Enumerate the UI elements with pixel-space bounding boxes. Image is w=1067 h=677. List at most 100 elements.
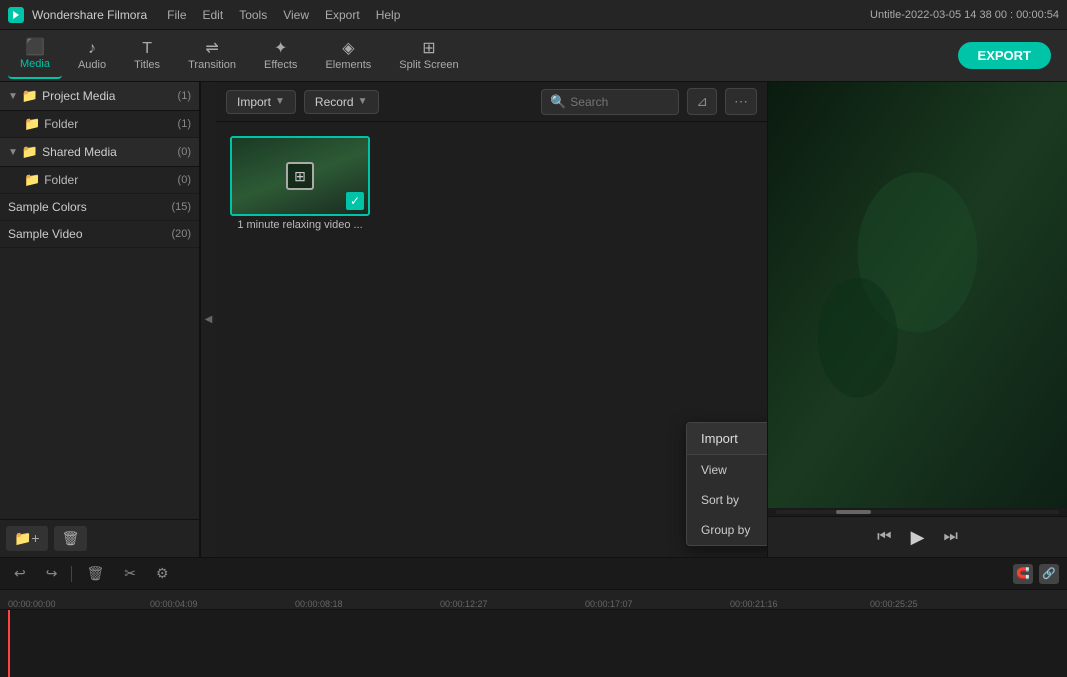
context-menu-item-view[interactable]: View ▶: [687, 455, 767, 485]
toolbar-audio-label: Audio: [78, 59, 106, 71]
toolbar-transition[interactable]: ⇌ Transition: [176, 33, 248, 79]
new-folder-button[interactable]: 📁+: [6, 526, 48, 551]
project-title: Untitle-2022-03-05 14 38 00 : 00:00:54: [870, 9, 1059, 21]
timeline-toolbar: ↩ ↪ 🗑 ✂ ⚙ 🧲 🔗: [0, 558, 1067, 590]
record-dropdown[interactable]: Record ▼: [304, 90, 379, 114]
context-menu-title: Import: [687, 423, 767, 455]
delete-button[interactable]: 🗑: [80, 563, 110, 584]
project-media-folder-count: (1): [178, 118, 191, 130]
media-thumb-image: ⊞ ✓: [230, 136, 370, 216]
import-dropdown-arrow: ▼: [275, 96, 285, 107]
search-icon: 🔍: [550, 94, 566, 110]
sidebar: ▼ 📁 Project Media (1) 📁 Folder (1) ▼ 📁 S…: [0, 82, 200, 557]
timeline-area: ↩ ↪ 🗑 ✂ ⚙ 🧲 🔗 00:00:00:00 00:00:04:09 00…: [0, 557, 1067, 677]
menu-help[interactable]: Help: [376, 8, 401, 22]
ruler-mark-5: 00:00:21:16: [730, 599, 778, 609]
titlebar-right: Untitle-2022-03-05 14 38 00 : 00:00:54: [870, 9, 1059, 21]
sidebar-bottom: 📁+ 🗑: [0, 519, 199, 557]
thumb-overlay: ⊞: [286, 162, 314, 190]
thumb-checkmark: ✓: [346, 192, 364, 210]
shared-media-count: (0): [178, 146, 191, 158]
search-input[interactable]: [570, 95, 670, 109]
toolbar-splitscreen-label: Split Screen: [399, 59, 458, 71]
shared-folder-icon: 📁: [24, 172, 40, 188]
transition-icon: ⇌: [205, 41, 218, 57]
folder-icon: 📁: [24, 116, 40, 132]
context-menu: Import View ▶ Sort by ▶ Group by ▶: [686, 422, 767, 546]
splitscreen-icon: ⊞: [422, 41, 435, 57]
ruler-mark-2: 00:00:08:18: [295, 599, 343, 609]
menu-view[interactable]: View: [283, 8, 309, 22]
snap-button[interactable]: 🧲: [1013, 564, 1033, 584]
menu-export[interactable]: Export: [325, 8, 360, 22]
sidebar-collapse-button[interactable]: ◀: [200, 82, 216, 557]
shared-media-folder-label: Folder: [44, 173, 173, 187]
preview-play-button[interactable]: ▶: [904, 523, 932, 551]
menu-edit[interactable]: Edit: [203, 8, 224, 22]
sidebar-item-sample-colors[interactable]: Sample Colors (15): [0, 194, 199, 221]
more-button[interactable]: ⋯: [725, 88, 757, 115]
sample-colors-label: Sample Colors: [8, 200, 171, 214]
shared-media-label: Shared Media: [42, 145, 173, 159]
media-icon: ⬛: [25, 40, 45, 56]
redo-button[interactable]: ↪: [40, 563, 64, 584]
elements-icon: ◈: [342, 41, 354, 57]
menu-tools[interactable]: Tools: [239, 8, 267, 22]
toolbar-media[interactable]: ⬛ Media: [8, 33, 62, 79]
toolbar-splitscreen[interactable]: ⊞ Split Screen: [387, 33, 470, 79]
sidebar-item-project-media-folder[interactable]: 📁 Folder (1): [0, 111, 199, 138]
project-media-count: (1): [178, 90, 191, 102]
audio-icon: ♪: [88, 41, 96, 57]
settings-button[interactable]: ⚙: [150, 563, 175, 584]
menu-file[interactable]: File: [167, 8, 186, 22]
toolbar-titles[interactable]: T Titles: [122, 33, 172, 79]
sample-video-label: Sample Video: [8, 227, 171, 241]
timeline-right-buttons: 🧲 🔗: [1013, 564, 1059, 584]
media-item[interactable]: ⊞ ✓ 1 minute relaxing video ...: [230, 136, 370, 231]
timeline-divider-1: [71, 566, 72, 582]
media-panel-toolbar: Import ▼ Record ▼ 🔍 ⊿ ⋯: [216, 82, 767, 122]
effects-icon: ✦: [274, 41, 287, 57]
preview-prev-button[interactable]: ⏮: [873, 524, 895, 550]
filter-button[interactable]: ⊿: [687, 88, 717, 115]
search-box: 🔍: [541, 89, 679, 115]
ruler-mark-0: 00:00:00:00: [8, 599, 56, 609]
context-menu-sortby-label: Sort by: [701, 493, 739, 507]
toolbar-transition-label: Transition: [188, 59, 236, 71]
main-area: ▼ 📁 Project Media (1) 📁 Folder (1) ▼ 📁 S…: [0, 82, 1067, 557]
delete-folder-button[interactable]: 🗑: [54, 526, 88, 551]
sidebar-item-project-media[interactable]: ▼ 📁 Project Media (1): [0, 82, 199, 111]
toolbar-effects-label: Effects: [264, 59, 297, 71]
media-panel: Import ▼ Record ▼ 🔍 ⊿ ⋯ ⊞ ✓ 1 m: [216, 82, 767, 557]
import-label: Import: [237, 95, 271, 109]
link-button[interactable]: 🔗: [1039, 564, 1059, 584]
sidebar-item-shared-media[interactable]: ▼ 📁 Shared Media (0): [0, 138, 199, 167]
record-dropdown-arrow: ▼: [358, 96, 368, 107]
context-menu-view-label: View: [701, 463, 727, 477]
preview-next-button[interactable]: ⏭: [940, 524, 962, 550]
toolbar-titles-label: Titles: [134, 59, 160, 71]
record-label: Record: [315, 95, 354, 109]
context-menu-item-groupby[interactable]: Group by ▶: [687, 515, 767, 545]
app-logo: [8, 7, 24, 23]
sidebar-item-shared-media-folder[interactable]: 📁 Folder (0): [0, 167, 199, 194]
toolbar-audio[interactable]: ♪ Audio: [66, 33, 118, 79]
project-media-folder-label: Folder: [44, 117, 173, 131]
ruler-mark-1: 00:00:04:09: [150, 599, 198, 609]
ruler-mark-6: 00:00:25:25: [870, 599, 918, 609]
timeline-ruler: 00:00:00:00 00:00:04:09 00:00:08:18 00:0…: [0, 590, 1067, 610]
import-dropdown[interactable]: Import ▼: [226, 90, 296, 114]
context-menu-groupby-label: Group by: [701, 523, 750, 537]
undo-button[interactable]: ↩: [8, 563, 32, 584]
preview-screen: [768, 82, 1067, 508]
project-media-arrow: ▼: [8, 91, 18, 102]
ruler-mark-3: 00:00:12:27: [440, 599, 488, 609]
preview-image: [768, 82, 1067, 508]
cut-button[interactable]: ✂: [118, 563, 142, 584]
toolbar-effects[interactable]: ✦ Effects: [252, 33, 309, 79]
context-menu-item-sortby[interactable]: Sort by ▶: [687, 485, 767, 515]
sidebar-item-sample-video[interactable]: Sample Video (20): [0, 221, 199, 248]
timeline-tracks[interactable]: [0, 610, 1067, 677]
toolbar-elements[interactable]: ◈ Elements: [313, 33, 383, 79]
export-button[interactable]: EXPORT: [958, 42, 1051, 69]
